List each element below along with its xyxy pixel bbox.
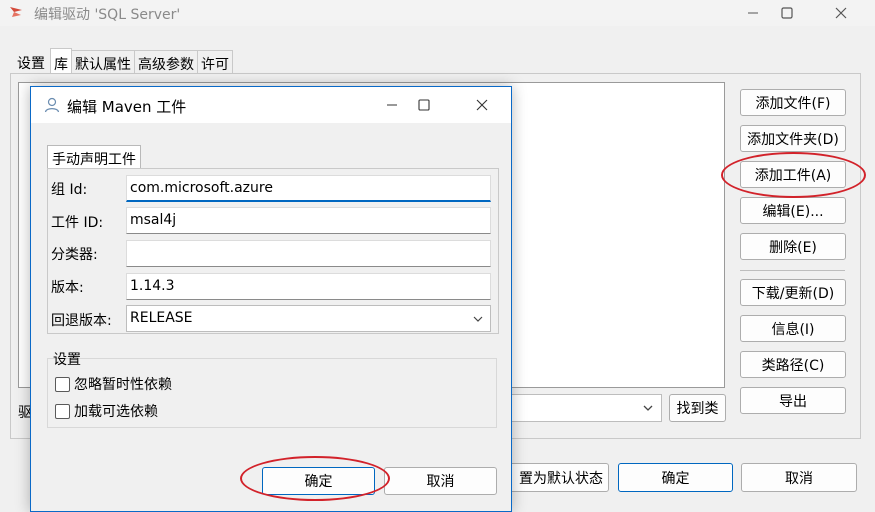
classifier-label: 分类器:: [51, 247, 98, 263]
chevron-down-icon: [473, 316, 483, 322]
classpath-button[interactable]: 类路径(C): [740, 351, 846, 378]
chevron-down-icon: [643, 405, 653, 411]
artifact-id-input[interactable]: msal4j: [126, 207, 491, 234]
dialog-maximize-icon[interactable]: [411, 92, 437, 118]
reset-default-button[interactable]: 置为默认状态: [500, 463, 609, 492]
dialog-cancel-button[interactable]: 取消: [384, 467, 497, 495]
tab-license[interactable]: 许可: [197, 50, 233, 74]
ignore-transitive-label: 忽略暂时性依赖: [74, 377, 172, 393]
dialog-close-icon[interactable]: [469, 92, 495, 118]
checkbox-box[interactable]: [55, 376, 70, 392]
classifier-input[interactable]: [126, 240, 491, 267]
window-title: 编辑驱动 'SQL Server': [34, 7, 181, 23]
dialog-title: 编辑 Maven 工件: [67, 98, 187, 116]
add-folder-button[interactable]: 添加文件夹(D): [740, 125, 846, 152]
tab-settings[interactable]: 设置: [14, 50, 51, 74]
fallback-version-select[interactable]: RELEASE: [126, 305, 491, 332]
tab-libraries[interactable]: 库: [50, 48, 72, 74]
find-class-button[interactable]: 找到类: [669, 394, 726, 422]
group-id-label: 组 Id:: [51, 182, 88, 198]
load-optional-checkbox[interactable]: 加载可选依赖: [55, 401, 158, 421]
group-id-input[interactable]: com.microsoft.azure: [126, 175, 491, 202]
add-file-button[interactable]: 添加文件(F): [740, 89, 846, 116]
download-update-button[interactable]: 下载/更新(D): [740, 279, 846, 306]
ignore-transitive-checkbox[interactable]: 忽略暂时性依赖: [55, 374, 172, 394]
checkbox-box[interactable]: [55, 403, 70, 419]
dialog-ok-button[interactable]: 确定: [262, 467, 375, 495]
side-separator: [740, 270, 845, 271]
user-icon: [44, 97, 60, 113]
driver-class-combo[interactable]: [505, 394, 662, 422]
delete-button[interactable]: 删除(E): [740, 233, 846, 260]
artifact-id-label: 工件 ID:: [51, 215, 104, 231]
tab-advanced-parameters[interactable]: 高级参数: [134, 50, 198, 74]
settings-group-label: 设置: [53, 352, 81, 368]
dialog-title-bar: 编辑 Maven 工件: [31, 87, 511, 123]
dialog-minimize-icon[interactable]: [379, 92, 405, 118]
tab-default-properties[interactable]: 默认属性: [71, 50, 135, 74]
ok-button[interactable]: 确定: [618, 463, 733, 492]
maven-artifact-dialog: 编辑 Maven 工件 手动声明工件 组 Id: com.microsoft.a…: [30, 86, 512, 512]
export-button[interactable]: 导出: [740, 387, 846, 414]
add-artifact-button[interactable]: 添加工件(A): [740, 161, 846, 188]
version-label: 版本:: [51, 280, 84, 296]
cancel-button[interactable]: 取消: [741, 463, 857, 492]
edit-button[interactable]: 编辑(E)...: [740, 197, 846, 224]
maximize-icon[interactable]: [764, 0, 810, 26]
dbeaver-app-icon: [10, 7, 22, 17]
version-input[interactable]: 1.14.3: [126, 273, 491, 300]
fallback-version-value: RELEASE: [130, 310, 193, 326]
close-icon[interactable]: [818, 0, 864, 26]
load-optional-label: 加载可选依赖: [74, 404, 158, 420]
fallback-version-label: 回退版本:: [51, 313, 112, 329]
info-button[interactable]: 信息(I): [740, 315, 846, 342]
window-title-bar: 编辑驱动 'SQL Server': [0, 0, 875, 26]
tab-manual-artifact[interactable]: 手动声明工件: [47, 145, 141, 169]
driver-tabs: 设置 库 默认属性 高级参数 许可: [14, 48, 233, 74]
